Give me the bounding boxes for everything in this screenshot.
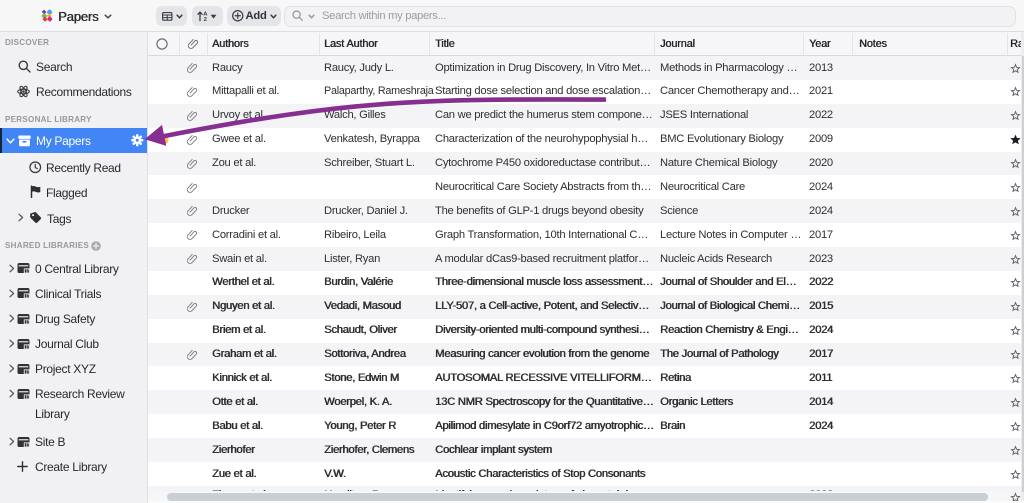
svg-text:2: 2 [204, 17, 207, 22]
